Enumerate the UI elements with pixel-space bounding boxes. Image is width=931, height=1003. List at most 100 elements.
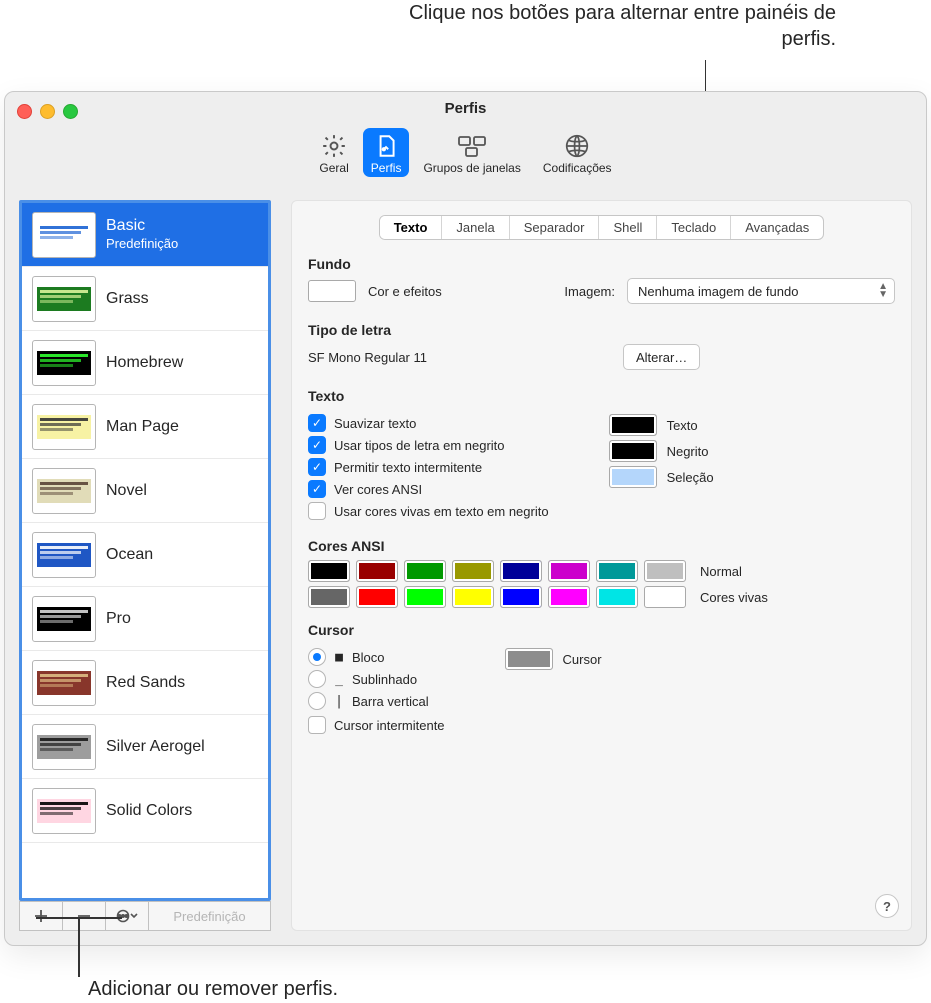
profiles-list[interactable]: BasicPredefinição Grass Homebrew Man Page No…: [19, 200, 271, 901]
ansi-color-well[interactable]: [596, 560, 638, 582]
ansi-color-well[interactable]: [356, 586, 398, 608]
checkbox-label: Usar cores vivas em texto em negrito: [334, 504, 549, 519]
checkbox-label: Permitir texto intermitente: [334, 460, 482, 475]
ansi-color-well[interactable]: [308, 586, 350, 608]
section-title-cursor: Cursor: [308, 622, 895, 638]
color-well-texto[interactable]: [609, 414, 657, 436]
callout-bottom: Adicionar ou remover perfis.: [88, 978, 338, 1001]
image-label: Imagem:: [564, 284, 615, 299]
ansi-color-well[interactable]: [596, 586, 638, 608]
toolbar-label: Perfis: [371, 161, 402, 175]
checkbox-cursor-blink[interactable]: Cursor intermitente: [308, 716, 445, 734]
background-image-popup[interactable]: Nenhuma imagem de fundo ▲▼: [627, 278, 895, 304]
tab-avançadas[interactable]: Avançadas: [731, 216, 823, 239]
radio-label: Barra vertical: [352, 694, 429, 709]
ansi-color-well[interactable]: [500, 586, 542, 608]
profile-settings-pane: TextoJanelaSeparadorShellTecladoAvançada…: [291, 200, 912, 931]
profile-name: Solid Colors: [106, 801, 192, 821]
checkbox-usar-tipos-de-letra-em-negrito[interactable]: ✓Usar tipos de letra em negrito: [308, 436, 549, 454]
window-title: Perfis: [5, 100, 926, 117]
profile-row-red-sands[interactable]: Red Sands: [22, 651, 268, 715]
ansi-color-well[interactable]: [452, 560, 494, 582]
profile-thumbnail: [32, 276, 96, 322]
checkbox-suavizar-texto[interactable]: ✓Suavizar texto: [308, 414, 549, 432]
profile-name: Man Page: [106, 417, 179, 437]
toolbar-item-window-groups[interactable]: Grupos de janelas: [415, 128, 528, 177]
ansi-colors: NormalCores vivas: [308, 560, 895, 608]
ansi-color-well[interactable]: [356, 560, 398, 582]
ansi-color-well[interactable]: [548, 586, 590, 608]
gear-icon: [321, 132, 347, 160]
checkbox-box: ✓: [308, 458, 326, 476]
ansi-color-well[interactable]: [404, 560, 446, 582]
tab-janela[interactable]: Janela: [442, 216, 509, 239]
profile-row-ocean[interactable]: Ocean: [22, 523, 268, 587]
pane-tabs: TextoJanelaSeparadorShellTecladoAvançada…: [308, 215, 895, 240]
cursor-color-well[interactable]: [505, 648, 553, 670]
radio-cursor-sublinhado[interactable]: _Sublinhado: [308, 670, 445, 688]
toolbar-item-general[interactable]: Geral: [311, 128, 356, 177]
radio-label: Bloco: [352, 650, 385, 665]
ansi-color-well[interactable]: [404, 586, 446, 608]
profile-row-novel[interactable]: Novel: [22, 459, 268, 523]
font-value: SF Mono Regular 11: [308, 350, 427, 365]
profile-row-solid-colors[interactable]: Solid Colors: [22, 779, 268, 843]
checkbox-box: [308, 502, 326, 520]
ansi-color-well[interactable]: [644, 586, 686, 608]
ansi-color-well[interactable]: [644, 560, 686, 582]
profile-actions-menu-button[interactable]: [106, 902, 149, 930]
tab-texto[interactable]: Texto: [380, 216, 443, 239]
profile-subtitle: Predefinição: [106, 236, 178, 252]
tab-teclado[interactable]: Teclado: [657, 216, 731, 239]
checkbox-ver-cores-ansi[interactable]: ✓Ver cores ANSI: [308, 480, 549, 498]
color-label: Texto: [667, 418, 698, 433]
profile-thumbnail: [32, 404, 96, 450]
profile-name: Silver Aerogel: [106, 737, 205, 757]
help-button[interactable]: ?: [875, 894, 899, 918]
color-well-negrito[interactable]: [609, 440, 657, 462]
checkbox-usar-cores-vivas-em-texto-em-negrito[interactable]: Usar cores vivas em texto em negrito: [308, 502, 549, 520]
radio-dot: [308, 692, 326, 710]
profile-row-grass[interactable]: Grass: [22, 267, 268, 331]
add-profile-button[interactable]: [20, 902, 63, 930]
profile-row-homebrew[interactable]: Homebrew: [22, 331, 268, 395]
radio-cursor-barra-vertical[interactable]: |Barra vertical: [308, 692, 445, 710]
profile-name: Novel: [106, 481, 147, 501]
change-font-button[interactable]: Alterar…: [623, 344, 700, 370]
tab-separador[interactable]: Separador: [510, 216, 600, 239]
profile-row-basic[interactable]: BasicPredefinição: [22, 203, 268, 267]
profile-name: Ocean: [106, 545, 153, 565]
toolbar-item-encodings[interactable]: Codificações: [535, 128, 620, 177]
profile-row-man-page[interactable]: Man Page: [22, 395, 268, 459]
section-title-ansi: Cores ANSI: [308, 538, 895, 554]
background-color-well[interactable]: [308, 280, 356, 302]
tab-shell[interactable]: Shell: [599, 216, 657, 239]
segmented-control: TextoJanelaSeparadorShellTecladoAvançada…: [379, 215, 825, 240]
color-well-seleção[interactable]: [609, 466, 657, 488]
ansi-color-well[interactable]: [500, 560, 542, 582]
profile-thumbnail: [32, 340, 96, 386]
color-label: Seleção: [667, 470, 714, 485]
ansi-color-well[interactable]: [308, 560, 350, 582]
cursor-glyph-icon: _: [334, 672, 344, 687]
remove-profile-button[interactable]: [63, 902, 106, 930]
profiles-sidebar: BasicPredefinição Grass Homebrew Man Page No…: [19, 200, 271, 931]
section-title-font: Tipo de letra: [308, 322, 895, 338]
radio-dot: [308, 648, 326, 666]
profile-thumbnail: [32, 468, 96, 514]
ansi-color-well[interactable]: [548, 560, 590, 582]
profile-row-pro[interactable]: Pro: [22, 587, 268, 651]
titlebar: Perfis: [5, 92, 926, 126]
profile-name: Grass: [106, 289, 149, 309]
toolbar-item-profiles[interactable]: Perfis: [363, 128, 410, 177]
ansi-color-well[interactable]: [452, 586, 494, 608]
checkbox-permitir-texto-intermitente[interactable]: ✓ Permitir texto intermitente: [308, 458, 549, 476]
set-default-button[interactable]: Predefinição: [149, 902, 270, 930]
pref-toolbar: Geral Perfis Grupos de janelas Codificaç…: [5, 126, 926, 196]
profile-name: Red Sands: [106, 673, 185, 693]
background-color-label: Cor e efeitos: [368, 284, 442, 299]
ansi-row-label: Normal: [700, 564, 742, 579]
profile-name: Pro: [106, 609, 131, 629]
profile-row-silver-aerogel[interactable]: Silver Aerogel: [22, 715, 268, 779]
radio-cursor-bloco[interactable]: ■Bloco: [308, 648, 445, 666]
